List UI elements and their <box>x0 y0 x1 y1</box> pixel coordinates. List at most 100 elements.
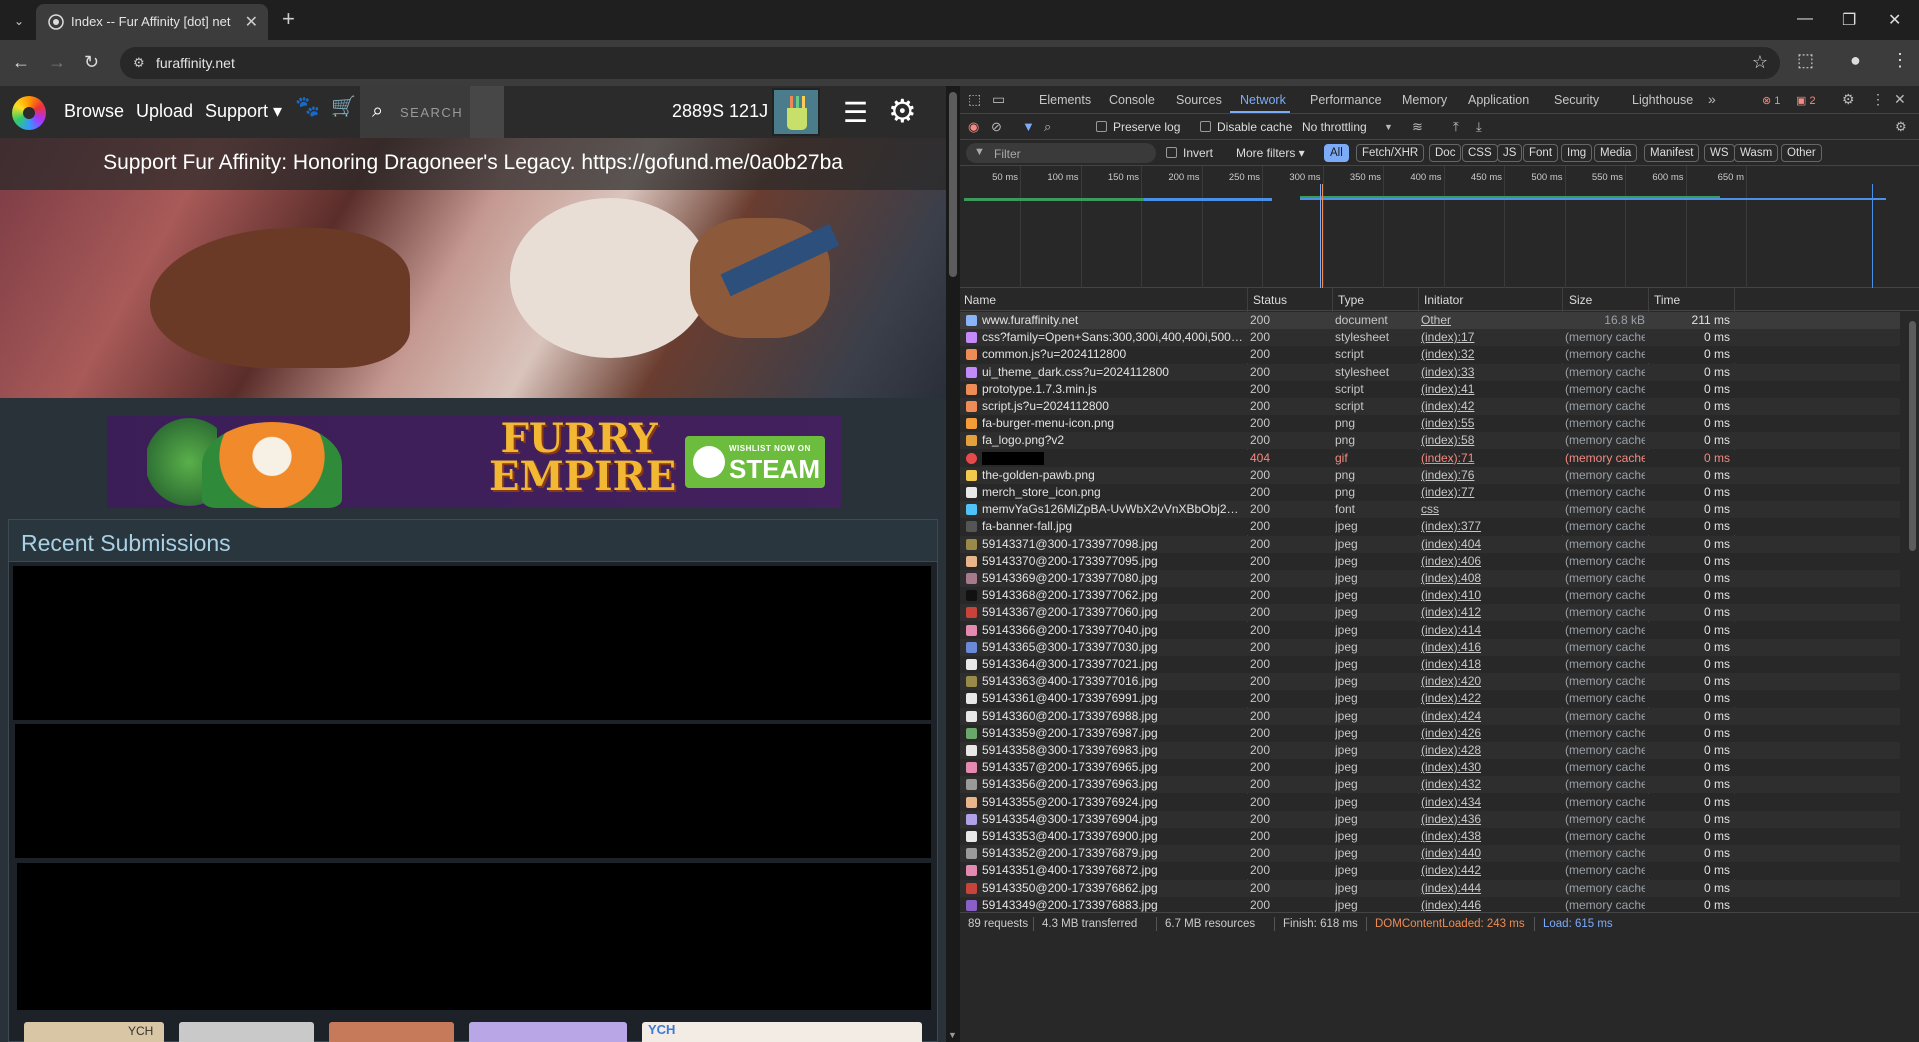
tab-security[interactable]: Security <box>1554 93 1599 107</box>
network-settings-icon[interactable]: ⚙ <box>1895 119 1907 135</box>
request-initiator[interactable]: (index):442 <box>1421 863 1561 877</box>
filter-type-all[interactable]: All <box>1324 144 1349 162</box>
network-conditions-icon[interactable]: ≋ <box>1412 119 1423 135</box>
table-row[interactable]: 59143363@400-1733977016.jpg 200 jpeg (index… <box>960 673 1900 691</box>
table-row[interactable]: fa-burger-menu-icon.png 200 png (index):55 (… <box>960 415 1900 433</box>
column-initiator[interactable]: Initiator <box>1424 293 1463 307</box>
more-filters-dropdown[interactable]: More filters ▾ <box>1236 146 1305 160</box>
request-initiator[interactable]: (index):420 <box>1421 674 1561 688</box>
chevron-down-icon[interactable]: ▼ <box>1384 122 1393 132</box>
tab-memory[interactable]: Memory <box>1402 93 1447 107</box>
tab-network[interactable]: Network <box>1240 93 1286 107</box>
tab-search-icon[interactable]: ⌄ <box>8 10 30 32</box>
site-info-icon[interactable]: ⚙ <box>133 55 145 71</box>
scroll-down-icon[interactable]: ▼ <box>948 1030 957 1040</box>
tab-lighthouse[interactable]: Lighthouse <box>1632 93 1693 107</box>
request-initiator[interactable]: (index):430 <box>1421 760 1561 774</box>
search-box[interactable]: ⌕ SEARCH <box>360 86 470 138</box>
table-row[interactable]: fa_logo.png?v2 200 png (index):58 (memory ca… <box>960 432 1900 450</box>
table-row[interactable]: 59143371@300-1733977098.jpg 200 jpeg (index… <box>960 535 1900 553</box>
search-network-icon[interactable]: ⌕ <box>1044 119 1051 135</box>
close-devtools-icon[interactable]: ✕ <box>1894 91 1906 108</box>
table-row[interactable]: 59143360@200-1733976988.jpg 200 jpeg (index… <box>960 707 1900 725</box>
table-row[interactable]: 404 gif (index):71 (memory cache) 0 ms <box>960 449 1900 467</box>
export-har-icon[interactable]: ⤓ <box>1476 119 1482 135</box>
request-initiator[interactable]: (index):410 <box>1421 588 1561 602</box>
golden-pawb-icon[interactable]: 🐾 <box>295 94 320 119</box>
table-row[interactable]: script.js?u=2024112800 200 script (index):4… <box>960 398 1900 415</box>
devtools-settings-icon[interactable]: ⚙ <box>1842 91 1855 108</box>
request-initiator[interactable]: (index):406 <box>1421 554 1561 568</box>
submission-thumb[interactable]: YCH <box>24 1022 164 1042</box>
table-row[interactable]: 59143366@200-1733977040.jpg 200 jpeg (index… <box>960 621 1900 639</box>
submission-thumb[interactable] <box>329 1022 454 1042</box>
request-initiator[interactable]: (index):412 <box>1421 605 1561 619</box>
nav-upload[interactable]: Upload <box>136 101 193 122</box>
filter-input[interactable]: ▼ Filter <box>966 143 1156 163</box>
tab-console[interactable]: Console <box>1109 93 1155 107</box>
inspect-element-icon[interactable]: ⬚ <box>968 91 981 108</box>
request-initiator[interactable]: (index):17 <box>1421 330 1561 344</box>
submission-row-redacted[interactable] <box>15 724 931 858</box>
table-row[interactable]: 59143351@400-1733976872.jpg 200 jpeg (index… <box>960 862 1900 880</box>
username[interactable]: 2889S 121J <box>672 101 768 122</box>
new-tab-icon[interactable]: + <box>282 6 295 32</box>
table-row[interactable]: 59143355@200-1733976924.jpg 200 jpeg (index… <box>960 793 1900 811</box>
merch-cart-icon[interactable]: 🛒 <box>331 94 356 119</box>
browser-menu-icon[interactable]: ⋮ <box>1891 50 1909 71</box>
filter-type-font[interactable]: Font <box>1523 144 1559 162</box>
issue-count-badge[interactable]: ▣ 2 <box>1796 94 1816 107</box>
tab-performance[interactable]: Performance <box>1310 93 1382 107</box>
table-row[interactable]: merch_store_icon.png 200 png (index):77 (mem… <box>960 484 1900 501</box>
throttling-select[interactable]: No throttling <box>1302 120 1367 134</box>
filter-type-js[interactable]: JS <box>1497 144 1523 162</box>
steam-wishlist-button[interactable]: WISHLIST NOW ON STEAM <box>685 436 825 488</box>
request-initiator[interactable]: (index):76 <box>1421 468 1561 482</box>
filter-type-manifest[interactable]: Manifest <box>1644 144 1700 162</box>
invert-checkbox[interactable] <box>1166 147 1177 158</box>
preserve-log-checkbox[interactable] <box>1096 121 1107 132</box>
submission-thumb[interactable] <box>179 1022 314 1042</box>
submission-thumb[interactable]: YCH <box>642 1022 922 1042</box>
table-row[interactable]: 59143365@300-1733977030.jpg 200 jpeg (index… <box>960 638 1900 656</box>
table-row[interactable]: ui_theme_dark.css?u=2024112800 200 stylesh… <box>960 363 1900 381</box>
request-initiator[interactable]: (index):422 <box>1421 691 1561 705</box>
record-icon[interactable]: ◉ <box>968 119 979 135</box>
tab-sources[interactable]: Sources <box>1176 93 1222 107</box>
device-toolbar-icon[interactable]: ▭ <box>992 91 1005 108</box>
reload-icon[interactable]: ↻ <box>84 52 99 73</box>
request-initiator[interactable]: (index):436 <box>1421 812 1561 826</box>
request-initiator[interactable]: (index):440 <box>1421 846 1561 860</box>
page-scrollbar[interactable]: ▼ <box>946 86 960 1042</box>
network-overview-timeline[interactable]: 50 ms 100 ms 150 ms 200 ms 250 ms 300 ms 350 m… <box>960 166 1919 288</box>
import-har-icon[interactable]: ⤒ <box>1453 119 1459 135</box>
bookmark-star-icon[interactable]: ☆ <box>1752 52 1768 73</box>
table-row[interactable]: 59143350@200-1733976862.jpg 200 jpeg (index… <box>960 879 1900 897</box>
request-initiator[interactable]: (index):416 <box>1421 640 1561 654</box>
column-size[interactable]: Size <box>1569 293 1592 307</box>
request-initiator[interactable]: (index):58 <box>1421 433 1561 447</box>
tab-application[interactable]: Application <box>1468 93 1529 107</box>
filter-type-doc[interactable]: Doc <box>1429 144 1462 162</box>
user-avatar[interactable] <box>772 88 820 136</box>
table-row[interactable]: 59143352@200-1733976879.jpg 200 jpeg (index… <box>960 845 1900 863</box>
filter-type-other[interactable]: Other <box>1781 144 1822 162</box>
submission-row-redacted[interactable] <box>17 863 931 1010</box>
table-row[interactable]: 59143356@200-1733976963.jpg 200 jpeg (index… <box>960 776 1900 794</box>
settings-gear-icon[interactable]: ⚙ <box>888 92 917 130</box>
request-initiator[interactable]: (index):41 <box>1421 382 1561 396</box>
table-row[interactable]: fa-banner-fall.jpg 200 jpeg (index):377 (mem… <box>960 518 1900 536</box>
table-row[interactable]: 59143353@400-1733976900.jpg 200 jpeg (index… <box>960 828 1900 845</box>
table-row[interactable]: common.js?u=2024112800 200 script (index):3… <box>960 346 1900 364</box>
browser-tab[interactable]: Index -- Fur Affinity [dot] net ✕ <box>36 4 268 40</box>
request-initiator[interactable]: css <box>1421 502 1561 516</box>
table-row[interactable]: 59143369@200-1733977080.jpg 200 jpeg (index… <box>960 570 1900 587</box>
request-initiator[interactable]: (index):426 <box>1421 726 1561 740</box>
nav-browse[interactable]: Browse <box>64 101 124 122</box>
request-initiator[interactable]: (index):377 <box>1421 519 1561 533</box>
filter-type-wasm[interactable]: Wasm <box>1734 144 1779 162</box>
fa-logo-icon[interactable] <box>12 96 46 130</box>
advertisement-banner[interactable]: FURRY EMPIRE WISHLIST NOW ON STEAM <box>107 416 841 508</box>
search-box-extension[interactable] <box>470 86 504 138</box>
request-initiator[interactable]: (index):414 <box>1421 623 1561 637</box>
